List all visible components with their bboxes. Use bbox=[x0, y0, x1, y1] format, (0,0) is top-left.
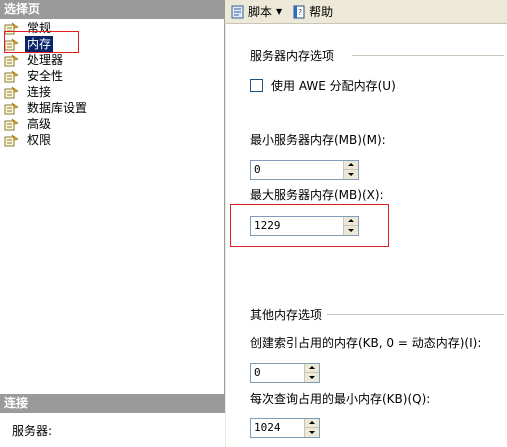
max-memory-highlight bbox=[230, 204, 389, 247]
decrement-arrow-icon[interactable] bbox=[304, 428, 319, 437]
connection-panel: 服务器: bbox=[0, 413, 225, 447]
page-list-label: 连接 bbox=[27, 85, 52, 99]
select-page-header: 选择页 bbox=[0, 0, 225, 19]
awe-label: 使用 AWE 分配内存(U) bbox=[271, 79, 396, 93]
page-icon bbox=[4, 134, 19, 147]
awe-checkbox[interactable] bbox=[250, 79, 263, 92]
page-icon bbox=[4, 118, 19, 131]
stepper-buttons bbox=[304, 419, 319, 437]
chevron-down-icon[interactable]: ▼ bbox=[276, 7, 282, 16]
svg-text:?: ? bbox=[298, 8, 302, 17]
script-icon bbox=[231, 5, 244, 18]
query-memory-stepper[interactable]: 1024 bbox=[250, 418, 320, 438]
selected-page-highlight bbox=[4, 31, 79, 53]
page-list-item[interactable]: 安全性 bbox=[4, 68, 219, 84]
page-list-item[interactable]: 权限 bbox=[4, 132, 219, 148]
max-memory-label: 最大服务器内存(MB)(X): bbox=[250, 188, 384, 202]
query-memory-label: 每次查询占用的最小内存(KB)(Q): bbox=[250, 392, 431, 406]
page-icon bbox=[4, 102, 19, 115]
page-list-item[interactable]: 数据库设置 bbox=[4, 100, 219, 116]
help-button[interactable]: ? 帮助 bbox=[290, 2, 335, 22]
server-memory-title: 服务器内存选项 bbox=[250, 49, 335, 63]
query-memory-value: 1024 bbox=[254, 421, 281, 434]
page-list-item[interactable]: 连接 bbox=[4, 84, 219, 100]
min-memory-value: 0 bbox=[254, 163, 261, 176]
help-label: 帮助 bbox=[309, 5, 334, 19]
page-list-item[interactable]: 高级 bbox=[4, 116, 219, 132]
min-memory-stepper[interactable]: 0 bbox=[250, 160, 359, 180]
page-list-label: 数据库设置 bbox=[27, 101, 88, 115]
script-label: 脚本 bbox=[248, 5, 273, 19]
stepper-buttons bbox=[343, 161, 358, 179]
script-button[interactable]: 脚本 ▼ bbox=[229, 2, 290, 22]
min-memory-label: 最小服务器内存(MB)(M): bbox=[250, 133, 386, 147]
stepper-buttons bbox=[304, 364, 319, 382]
page-list-label: 处理器 bbox=[27, 53, 64, 67]
toolbar: 脚本 ▼ ? 帮助 bbox=[226, 0, 507, 24]
increment-arrow-icon[interactable] bbox=[343, 161, 358, 170]
section-divider bbox=[352, 55, 504, 56]
memory-properties-pane: 脚本 ▼ ? 帮助 服务器内存选项 使用 AWE 分配内存(U) 最小服务器内存… bbox=[226, 0, 507, 447]
help-icon: ? bbox=[293, 5, 305, 18]
other-memory-title: 其他内存选项 bbox=[250, 308, 323, 322]
increment-arrow-icon[interactable] bbox=[304, 419, 319, 428]
select-page-pane: 选择页 常规 内存 处理器 安全性 连接 数据库设置 高级 权限 连接 服务器: bbox=[0, 0, 225, 447]
connection-header: 连接 bbox=[0, 394, 225, 413]
increment-arrow-icon[interactable] bbox=[304, 364, 319, 373]
index-memory-label: 创建索引占用的内存(KB, 0 = 动态内存)(I): bbox=[250, 336, 482, 350]
server-label: 服务器: bbox=[12, 424, 53, 438]
page-list-label: 权限 bbox=[27, 133, 52, 147]
decrement-arrow-icon[interactable] bbox=[343, 170, 358, 179]
index-memory-value: 0 bbox=[254, 366, 261, 379]
decrement-arrow-icon[interactable] bbox=[304, 373, 319, 382]
page-icon bbox=[4, 70, 19, 83]
awe-checkbox-row[interactable]: 使用 AWE 分配内存(U) bbox=[250, 77, 396, 94]
section-divider bbox=[327, 314, 504, 315]
page-list-item[interactable]: 处理器 bbox=[4, 52, 219, 68]
page-icon bbox=[4, 54, 19, 67]
page-list-label: 高级 bbox=[27, 117, 52, 131]
page-list-label: 安全性 bbox=[27, 69, 64, 83]
index-memory-stepper[interactable]: 0 bbox=[250, 363, 320, 383]
page-icon bbox=[4, 86, 19, 99]
